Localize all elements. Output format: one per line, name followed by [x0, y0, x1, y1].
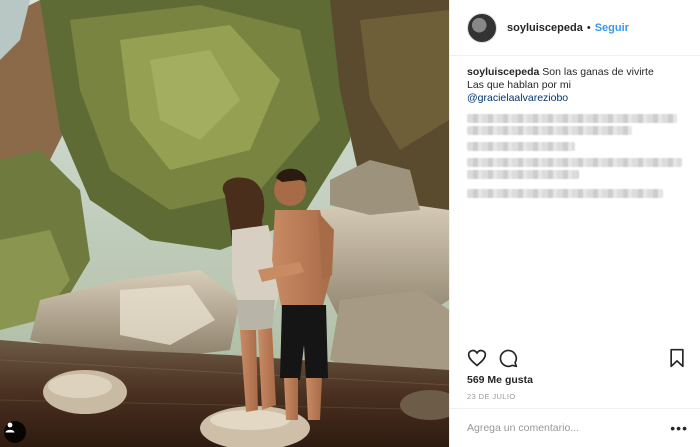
comment-bubble-icon[interactable]: [498, 348, 518, 368]
blurred-comment: [467, 170, 579, 179]
bookmark-icon[interactable]: [667, 348, 687, 368]
header-separator: •: [586, 21, 591, 34]
follow-button[interactable]: Seguir: [595, 22, 629, 34]
blurred-comment: [467, 114, 677, 123]
caption-username[interactable]: soyluiscepeda: [467, 66, 539, 78]
blurred-comment: [467, 142, 575, 151]
photo-tagged-user-button[interactable]: [4, 421, 26, 443]
post-header: soyluiscepeda • Seguir: [450, 0, 700, 56]
caption-text-line1: Son las ganas de vivirte: [542, 66, 654, 78]
blurred-comment: [467, 126, 632, 135]
photo-illustration: [0, 0, 449, 447]
heart-icon[interactable]: [467, 348, 487, 368]
avatar[interactable]: [467, 12, 497, 43]
post-side-panel: soyluiscepeda • Seguir soyluiscepeda Son…: [449, 0, 700, 447]
comment-bar: •••: [450, 408, 700, 447]
post-caption: soyluiscepeda Son las ganas de vivirte L…: [467, 66, 692, 105]
blurred-comment: [467, 189, 663, 198]
likes-count[interactable]: 569 Me gusta: [467, 374, 533, 386]
post-date[interactable]: 23 DE JULIO: [467, 392, 516, 401]
post-photo[interactable]: [0, 0, 449, 447]
person-icon: [5, 422, 15, 433]
caption-text-line2: Las que hablan por mi: [467, 79, 571, 91]
caption-mention-link[interactable]: @gracielaalvareziobo: [467, 92, 692, 105]
comment-input[interactable]: [467, 422, 667, 434]
blurred-comment: [467, 158, 682, 167]
post-actions-bar: [467, 348, 692, 368]
more-options-icon[interactable]: •••: [670, 421, 688, 435]
header-username[interactable]: soyluiscepeda: [507, 22, 583, 34]
